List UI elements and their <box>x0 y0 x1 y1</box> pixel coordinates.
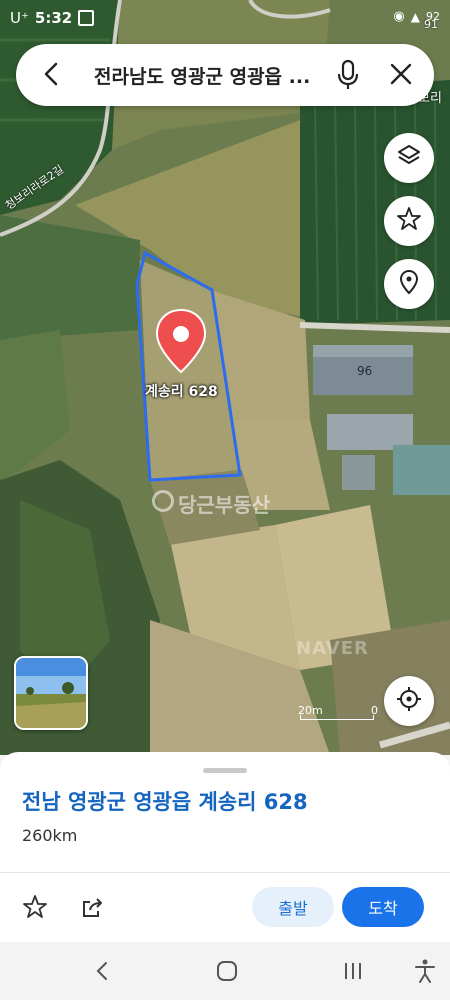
naver-mark: NAVER <box>296 638 369 659</box>
carrier-label: U⁺ <box>10 9 29 27</box>
watermark-logo <box>152 490 174 512</box>
street-view-thumbnail[interactable] <box>14 656 88 730</box>
layers-button[interactable] <box>384 133 434 183</box>
accessibility-icon[interactable] <box>412 958 438 984</box>
crosshair-icon <box>395 685 423 717</box>
status-bar: U⁺ 5:32 ◉ ▲ 92 <box>0 0 450 36</box>
pin-button[interactable] <box>384 259 434 309</box>
scale-bar <box>300 715 374 720</box>
layers-icon <box>396 143 422 173</box>
time-label: 5:32 <box>34 9 73 27</box>
share-icon[interactable] <box>80 894 106 920</box>
location-pin-outline-icon <box>396 269 422 299</box>
favorite-button[interactable] <box>384 196 434 246</box>
wifi-icon: ◉ <box>393 9 405 24</box>
watermark: 당근부동산 <box>178 493 270 517</box>
place-sheet: 전남 영광군 영광읍 계송리 628 260km 출발 도착 <box>0 752 450 942</box>
star-icon[interactable] <box>22 894 48 920</box>
back-icon[interactable] <box>38 60 66 88</box>
location-pin-icon[interactable] <box>154 308 208 374</box>
search-bar[interactable]: 전라남도 영광군 영광읍 ... <box>16 44 434 106</box>
nav-recents-icon[interactable] <box>340 958 366 984</box>
search-title[interactable]: 전라남도 영광군 영광읍 ... <box>94 62 334 89</box>
star-icon <box>396 206 422 236</box>
sheet-handle[interactable] <box>203 768 247 773</box>
system-nav-bar <box>0 942 450 1000</box>
screenshot-icon <box>78 10 95 26</box>
nav-back-icon[interactable] <box>90 958 116 984</box>
parcel-label: 계송리 628 <box>145 384 218 400</box>
current-location-button[interactable] <box>384 676 434 726</box>
map-scale: 20m 0 <box>296 704 378 720</box>
satellite-map[interactable]: 청보리라로2길 보리 91 96 계송리 628 당근부동산 NAVER <box>0 0 450 755</box>
battery-label: 92 <box>426 10 440 23</box>
divider <box>0 872 450 873</box>
building-number-label: 96 <box>357 364 373 378</box>
place-distance: 260km <box>22 826 78 845</box>
signal-icon: ▲ <box>410 9 420 24</box>
nav-home-icon[interactable] <box>214 958 240 984</box>
place-address[interactable]: 전남 영광군 영광읍 계송리 628 <box>22 786 308 816</box>
close-icon[interactable] <box>388 61 414 87</box>
arrive-button[interactable]: 도착 <box>342 887 424 927</box>
mic-icon[interactable] <box>334 59 362 91</box>
depart-button[interactable]: 출발 <box>252 887 334 927</box>
